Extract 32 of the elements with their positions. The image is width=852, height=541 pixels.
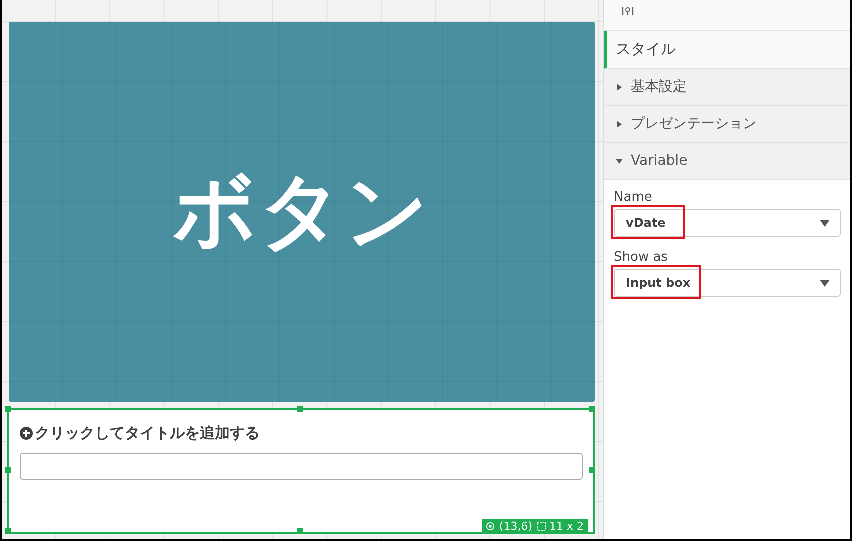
- size-text: 11 x 2: [550, 520, 584, 533]
- section-header[interactable]: Variable: [604, 143, 850, 180]
- section-label: Variable: [631, 153, 688, 169]
- resize-handle[interactable]: [5, 528, 11, 534]
- style-tab[interactable]: スタイル: [604, 31, 850, 69]
- add-icon[interactable]: [20, 427, 33, 440]
- section-header[interactable]: プレゼンテーション: [604, 106, 850, 143]
- section-header[interactable]: 基本設定: [604, 69, 850, 106]
- input-object-card[interactable]: クリックしてタイトルを追加する (13,6) 11 x 2: [7, 408, 595, 534]
- section-label: プレゼンテーション: [631, 115, 757, 133]
- caret-down-icon: [820, 280, 830, 286]
- input-field[interactable]: [20, 453, 583, 480]
- resize-handle[interactable]: [297, 528, 303, 534]
- position-text: (13,6): [499, 520, 532, 533]
- button-tile[interactable]: ボタン: [9, 22, 595, 402]
- section-label: 基本設定: [631, 78, 687, 96]
- add-title-prompt[interactable]: クリックしてタイトルを追加する: [35, 424, 260, 443]
- resize-handle[interactable]: [5, 406, 11, 412]
- resize-handle[interactable]: [589, 406, 595, 412]
- caret-down-icon: [820, 220, 830, 226]
- size-icon: [536, 522, 546, 531]
- caret-right-icon: [616, 84, 623, 90]
- caret-right-icon: [616, 120, 623, 128]
- resize-handle[interactable]: [5, 467, 11, 473]
- field-label: Show as: [614, 250, 669, 265]
- position-icon: [486, 522, 496, 531]
- caret-down-icon: [616, 158, 623, 164]
- button-label: ボタン: [173, 163, 431, 261]
- field-label: Name: [614, 190, 654, 205]
- resize-handle[interactable]: [297, 406, 303, 412]
- sliders-icon[interactable]: [621, 7, 635, 15]
- resize-handle[interactable]: [589, 467, 595, 473]
